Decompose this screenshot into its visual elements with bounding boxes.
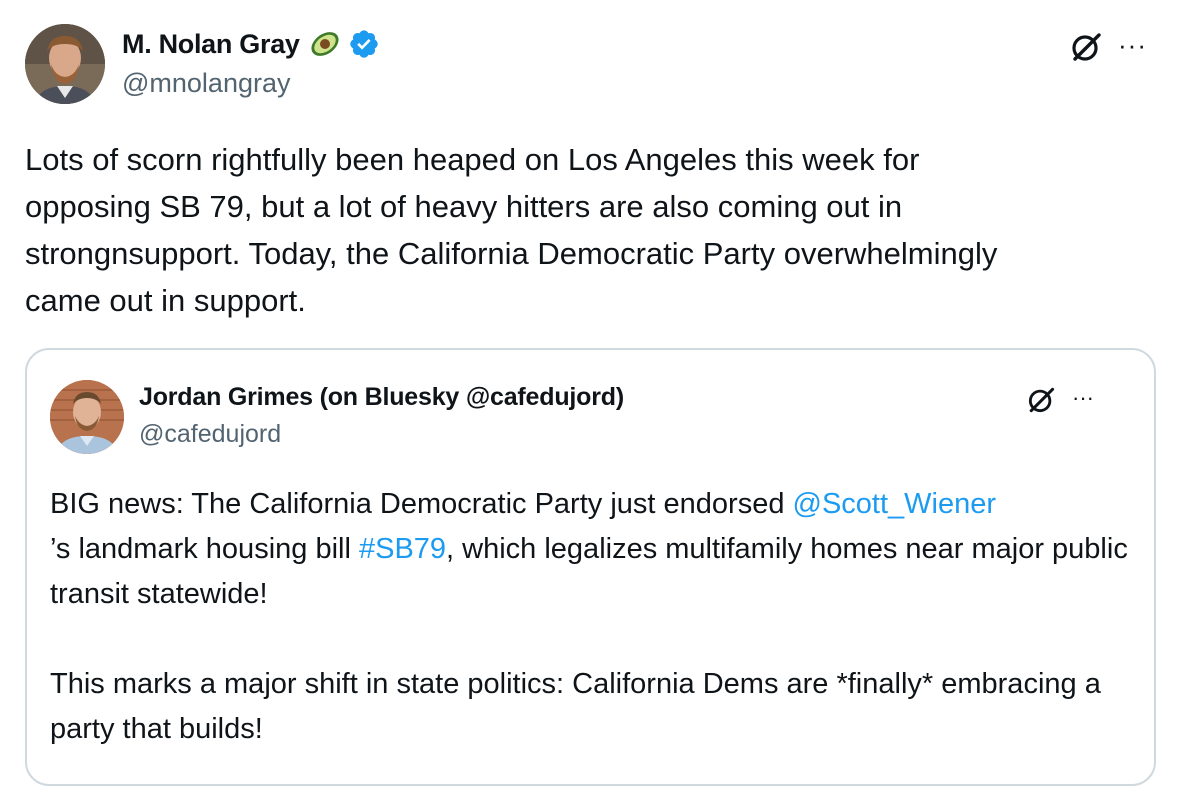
more-options-icon[interactable]: ··· [1072, 384, 1108, 412]
avocado-emoji-icon [308, 27, 342, 61]
tweet[interactable]: M. Nolan Gray @mnolangray ··· Lots of sc… [0, 0, 1184, 805]
tweet-text-line: opposing SB 79, but a lot of heavy hitte… [25, 189, 903, 224]
quoted-text-span: ’s landmark housing bill [50, 533, 359, 565]
author-avatar[interactable] [25, 24, 105, 104]
quoted-author-name[interactable]: Jordan Grimes (on Bluesky @cafedujord) [139, 383, 624, 412]
verified-badge-icon[interactable] [348, 28, 380, 60]
tweet-text-line: strongnsupport. Today, the California De… [25, 236, 998, 271]
quoted-author-handle[interactable]: @cafedujord [139, 420, 281, 449]
more-options-icon[interactable]: ··· [1118, 30, 1158, 60]
grok-icon[interactable] [1068, 29, 1104, 65]
tweet-text: Lots of scorn rightfully been heaped on … [25, 136, 1155, 324]
quoted-paragraph: BIG news: The California Democratic Part… [50, 482, 1135, 617]
tweet-text-line: came out in support. [25, 283, 306, 318]
quoted-tweet-text: BIG news: The California Democratic Part… [50, 482, 1135, 752]
tweet-text-line: Lots of scorn rightfully been heaped on … [25, 142, 920, 177]
quoted-text-span: BIG news: The California Democratic Part… [50, 488, 793, 520]
author-handle[interactable]: @mnolangray [122, 68, 291, 99]
author-name[interactable]: M. Nolan Gray [122, 29, 300, 60]
quoted-author-avatar[interactable] [50, 380, 124, 454]
author-name-row[interactable]: M. Nolan Gray [122, 27, 380, 61]
quoted-tweet-card[interactable]: Jordan Grimes (on Bluesky @cafedujord) @… [25, 348, 1156, 786]
hashtag-link[interactable]: #SB79 [359, 533, 446, 565]
mention-link[interactable]: @Scott_Wiener [793, 488, 997, 520]
quoted-paragraph: This marks a major shift in state politi… [50, 668, 1101, 745]
grok-icon[interactable] [1025, 384, 1057, 416]
